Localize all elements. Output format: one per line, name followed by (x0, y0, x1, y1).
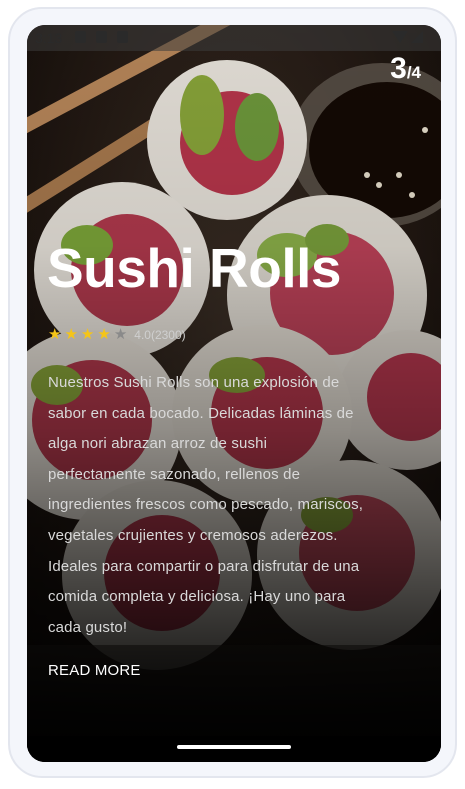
star-icon: ★ (64, 326, 78, 343)
home-indicator[interactable] (177, 745, 291, 749)
status-bar: 3:13 (27, 25, 441, 51)
star-icon: ★ (48, 326, 62, 343)
phone-screen: 3:13 3 /4 Sushi Rolls ★ ★ ★ ★ ★ 4.0(2300) Nu… (27, 25, 441, 762)
star-icon: ★ (97, 326, 111, 343)
status-time: 3:13 (35, 30, 63, 46)
status-notification-icons (75, 31, 128, 43)
signal-icon (411, 31, 423, 43)
wifi-icon (392, 31, 408, 43)
page-indicator: 3 /4 (390, 52, 421, 86)
page-current: 3 (390, 52, 407, 85)
shield-icon (75, 31, 86, 43)
status-system-icons (392, 31, 423, 43)
read-more-button[interactable]: READ MORE (48, 662, 141, 679)
page-total: /4 (406, 63, 421, 82)
navigation-bar (27, 736, 441, 762)
calendar-icon (117, 31, 128, 43)
star-outline-icon: ★ (113, 326, 128, 343)
star-icon: ★ (80, 326, 95, 343)
rating-stars: ★ ★ ★ ★ ★ (48, 327, 130, 342)
item-title: Sushi Rolls (47, 237, 342, 299)
rating-row: ★ ★ ★ ★ ★ 4.0(2300) (48, 327, 186, 342)
rating-text: 4.0(2300) (134, 327, 186, 342)
microphone-icon (96, 31, 107, 43)
item-description: Nuestros Sushi Rolls son una explosión d… (48, 374, 364, 636)
